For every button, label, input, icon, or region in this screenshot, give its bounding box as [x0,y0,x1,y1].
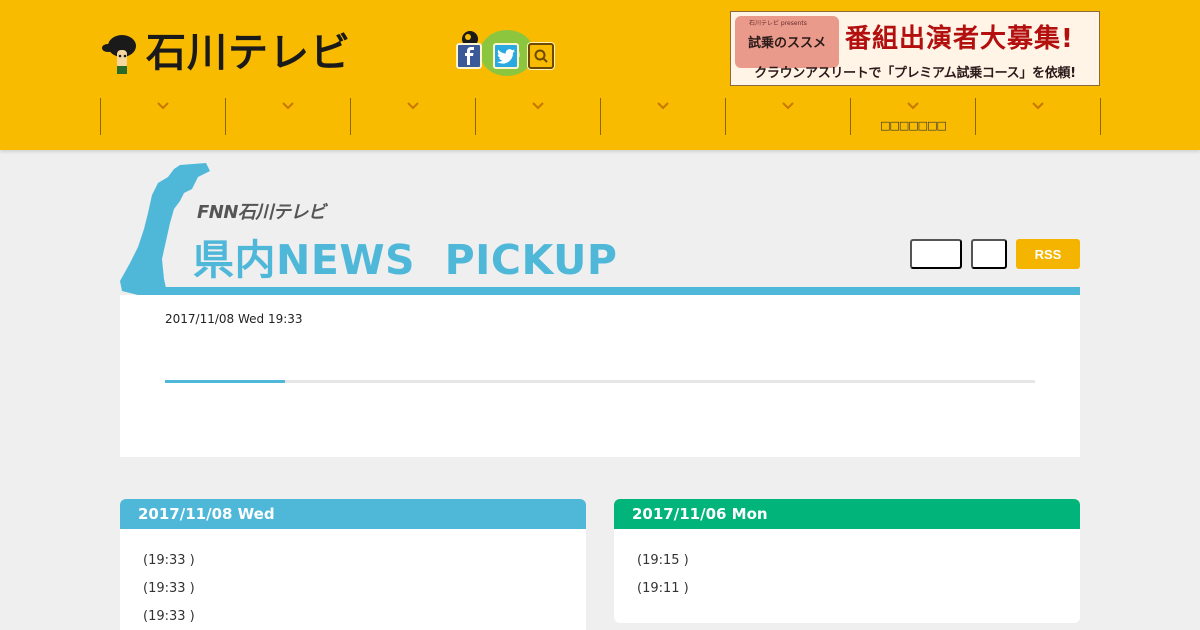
chevron-down-icon [782,102,794,110]
day-card-date: 2017/11/06 Mon [614,499,1080,529]
pickup-carousel: 2017/11/08 Wed 19:33 [120,295,1080,457]
rss-button[interactable]: RSS [1016,239,1080,269]
nav-item-4[interactable] [476,98,601,135]
carousel-progress-fill [165,380,286,383]
facebook-icon [465,47,474,65]
day-card: 2017/11/08 Wed (19:33 ) (19:33 ) (19:33 … [120,499,586,630]
nav-item-8[interactable] [976,98,1101,135]
logo-text: 石川テレビ [146,30,351,76]
chevron-down-icon [657,102,669,110]
search-button[interactable] [528,43,554,69]
twitter-icon [497,48,515,64]
chevron-down-icon [532,102,544,110]
pickup-button-1[interactable] [910,239,962,269]
site-logo[interactable]: 石川テレビ 8ch [100,28,534,78]
search-icon [534,49,548,63]
chevron-down-icon [907,102,919,110]
banner-presenter: 石川テレビ presents [749,20,807,27]
ad-banner[interactable]: 石川テレビ presents 試乗のススメ 番組出演者大募集! クラウンアスリー… [730,11,1100,86]
pickup-date: 2017/11/08 Wed 19:33 [165,312,303,326]
news-item[interactable]: (19:15 ) [637,547,1080,575]
chevron-down-icon [1032,102,1044,110]
banner-title: 番組出演者大募集! [845,24,1074,54]
pickup-accent-bar [150,287,1080,295]
site-header: 石川テレビ 8ch 石川テレビ presents 試乗のススメ 番組出演者大募集… [0,0,1200,150]
pickup-title: 県内NEWS PICKUP [193,236,618,284]
mascot-icon [100,28,144,78]
news-item[interactable]: (19:33 ) [143,575,586,603]
day-card: 2017/11/06 Mon (19:15 ) (19:11 ) [614,499,1080,623]
news-item[interactable]: (19:33 ) [143,547,586,575]
nav-item-3[interactable] [351,98,476,135]
nav-label: □□□□□□□ [880,119,947,132]
chevron-down-icon [282,102,294,110]
news-list: (19:33 ) (19:33 ) (19:33 ) [120,529,586,630]
carousel-progress [165,380,1035,383]
day-card-date: 2017/11/08 Wed [120,499,586,529]
nav-item-2[interactable] [226,98,351,135]
nav-item-7[interactable]: □□□□□□□ [851,98,976,135]
pickup-button-2[interactable] [971,239,1007,269]
news-item[interactable]: (19:33 ) [143,603,586,630]
banner-left-title: 試乗のススメ [747,36,826,51]
twitter-link[interactable] [493,43,519,69]
nav-item-5[interactable] [601,98,726,135]
global-nav: □□□□□□□ [100,98,1101,135]
fnn-brand: FNN石川テレビ [197,202,326,223]
nav-item-1[interactable] [101,98,226,135]
news-item[interactable]: (19:11 ) [637,575,1080,603]
facebook-link[interactable] [456,43,482,69]
nav-item-6[interactable] [726,98,851,135]
news-list: (19:15 ) (19:11 ) [614,529,1080,603]
chevron-down-icon [157,102,169,110]
banner-subtitle: クラウンアスリートで「プレミアム試乗コース」を依頼! [754,66,1076,81]
chevron-down-icon [407,102,419,110]
